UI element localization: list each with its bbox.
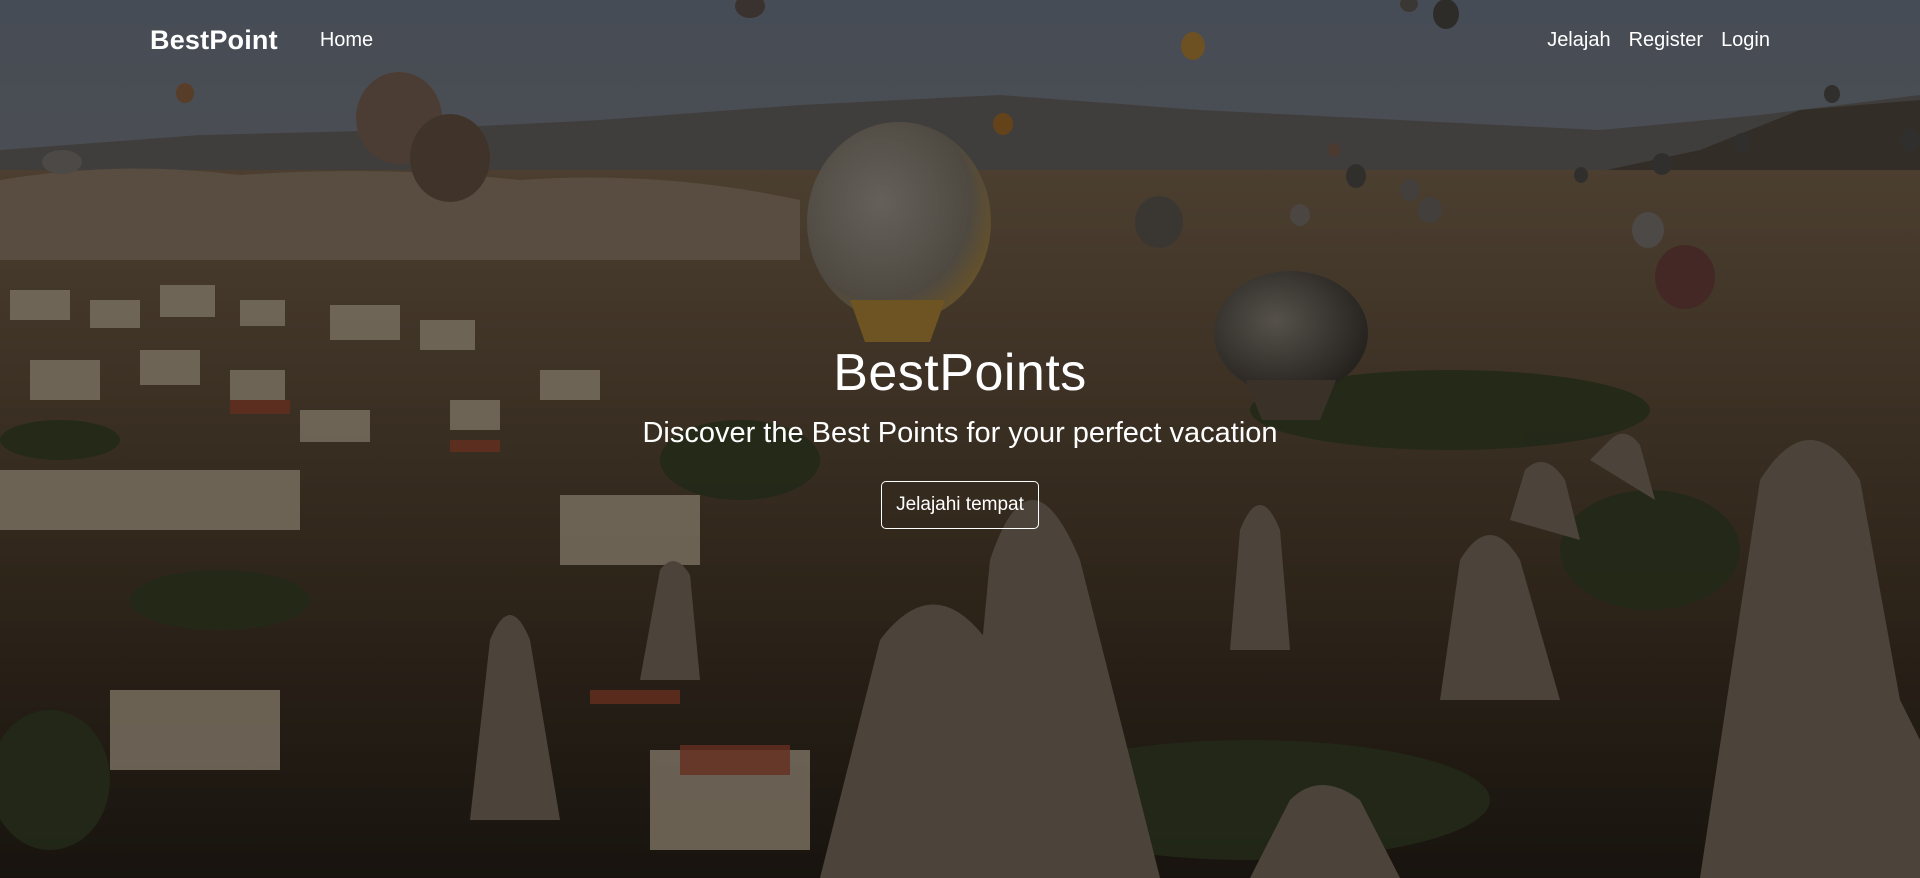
nav-link-login[interactable]: Login xyxy=(1721,29,1770,52)
nav-link-register[interactable]: Register xyxy=(1629,29,1703,52)
nav-link-jelajah[interactable]: Jelajah xyxy=(1547,29,1610,52)
navbar: BestPoint Home Jelajah Register Login xyxy=(0,0,1920,80)
hero-content: BestPoints Discover the Best Points for … xyxy=(0,344,1920,529)
brand-logo-link[interactable]: BestPoint xyxy=(150,25,278,56)
explore-places-button[interactable]: Jelajahi tempat xyxy=(881,480,1039,529)
hero-title: BestPoints xyxy=(833,344,1087,402)
navbar-right: Jelajah Register Login xyxy=(1547,29,1770,52)
navbar-left: BestPoint Home xyxy=(150,25,373,56)
hero-subtitle: Discover the Best Points for your perfec… xyxy=(642,417,1278,450)
nav-link-home[interactable]: Home xyxy=(320,29,373,52)
